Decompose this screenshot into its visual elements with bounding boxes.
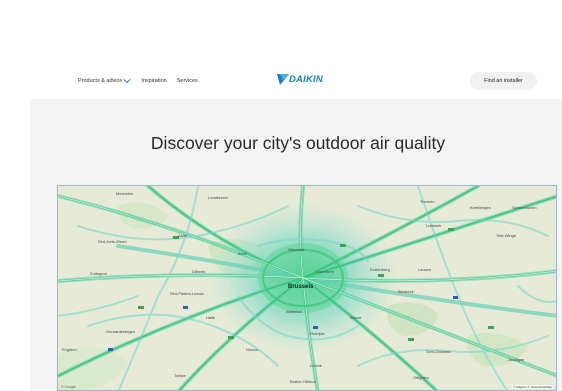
map-label-asse: Asse <box>238 251 247 256</box>
map-label-lubbeek: Lubbeek <box>426 223 442 228</box>
chevron-down-icon <box>123 79 131 84</box>
map-label-waterloo: Waterloo <box>286 309 302 314</box>
find-installer-button[interactable]: Find an installer <box>470 72 537 90</box>
page-title: Discover your city's outdoor air quality <box>150 133 446 153</box>
map-label-tremelo: Tremelo <box>420 199 435 204</box>
map-label-mechelen: Mechelen <box>116 191 134 196</box>
main-nav: Products & advice Inspiration Services <box>78 78 208 84</box>
map-label-geraardsbergen: Geraardsbergen <box>106 329 136 334</box>
map-label-sint-joris-weert: Sint-Joris-Weert <box>98 239 127 244</box>
nav-inspiration-label: Inspiration <box>141 78 167 84</box>
map-label-vilvoorde: Vilvoorde <box>288 247 305 252</box>
map-label-braine-lalleud: Braine-l'Alleud <box>290 379 316 384</box>
daikin-logo[interactable]: DAIKIN <box>277 74 323 85</box>
map-label-ottignies: Ottignies <box>413 375 429 380</box>
map-attribution[interactable]: © Mapbox © OpenStreetMap <box>512 385 553 389</box>
nav-services-label: Services <box>176 78 198 84</box>
map-label-enghien: Enghien <box>62 347 77 352</box>
map-label-bierbeek: Bierbeek <box>398 289 414 294</box>
map-label-tubize: Tubize <box>174 373 186 378</box>
map-label-leuven: Leuven <box>418 267 432 272</box>
nav-inspiration[interactable]: Inspiration <box>141 78 166 84</box>
map-label-londerzeel: Londerzeel <box>208 195 228 200</box>
nav-services[interactable]: Services <box>177 78 198 84</box>
map-label-zaventem: Zaventem <box>316 269 334 274</box>
map-label-keerbergen: Keerbergen <box>470 205 491 210</box>
map-label-grez-doiceau: Grez-Doiceau <box>426 349 451 354</box>
daikin-triangle-logo-icon <box>277 74 289 85</box>
map-label-zottegem: Zottegem <box>90 271 107 276</box>
map-label-tielt-winge: Tielt-Winge <box>496 233 517 238</box>
main-section: Discover your city's outdoor air quality <box>30 99 562 391</box>
site-header: Products & advice Inspiration Services D… <box>30 64 562 99</box>
map-label-dilbeek: Dilbeek <box>192 269 206 274</box>
nav-products-advice[interactable]: Products & advice <box>78 78 131 84</box>
map-label-schoonhoven: Schoonhoven <box>512 205 537 210</box>
map-label-sint-pieters-leeuw: Sint-Pieters-Leeuw <box>170 291 204 296</box>
map-label-jodoigne: Jodoigne <box>508 357 525 362</box>
map-label-aalst: Aalst <box>178 233 187 238</box>
map-label-wavre: Wavre <box>350 315 362 320</box>
air-quality-map[interactable]: Mechelen Londerzeel Tremelo Keerbergen S… <box>57 185 557 391</box>
logo-text: DAIKIN <box>289 74 323 85</box>
map-label-halle: Halle <box>206 315 216 320</box>
nav-products-advice-label: Products & advice <box>78 78 123 84</box>
map-label-city: Brussels <box>288 284 314 290</box>
map-label-ninove: Ninove <box>246 347 259 352</box>
map-label-kortenberg: Kortenberg <box>370 267 390 272</box>
map-label-overijse: Overijse <box>310 331 325 336</box>
map-label-lennik: Lennik <box>310 363 322 368</box>
map-logo-badge: © Google <box>61 385 76 389</box>
